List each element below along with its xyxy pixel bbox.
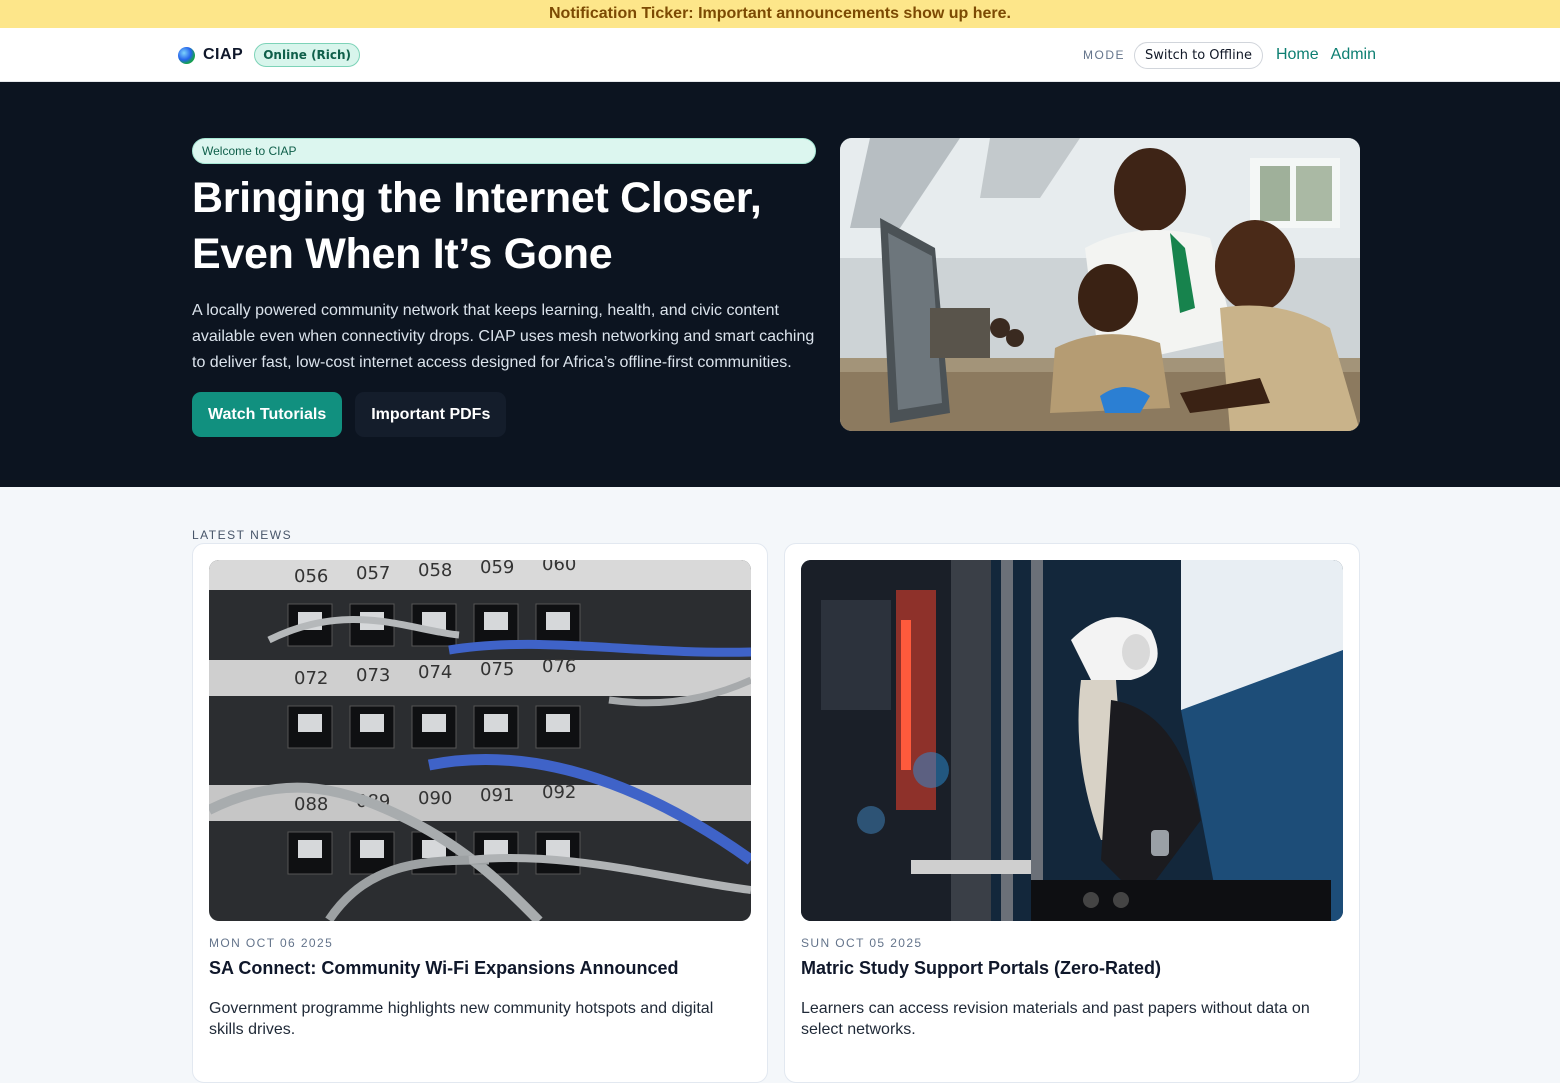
port-contact	[546, 612, 570, 630]
port-label: 074	[418, 662, 452, 683]
port-contact	[360, 714, 384, 732]
port-label: 092	[542, 782, 576, 803]
connection-status-badge: Online (Rich)	[254, 43, 361, 67]
latest-news-section: LATEST NEWS 056 057 058 059 060 072 073 074 075 0…	[0, 487, 1560, 1083]
news-image-dj-studio	[801, 560, 1343, 921]
switch-mode-button[interactable]: Switch to Offline	[1134, 41, 1263, 69]
hero-description: A locally powered community network that…	[192, 302, 815, 371]
brand[interactable]: CIAP Online (Rich)	[178, 43, 361, 67]
port-contact	[298, 840, 322, 858]
watch-tutorials-button[interactable]: Watch Tutorials	[192, 392, 343, 437]
port-label: 090	[418, 788, 452, 809]
news-date: SUN OCT 05 2025	[801, 936, 923, 950]
welcome-badge: Welcome to CIAP	[192, 138, 816, 164]
dj-studio-illustration	[801, 560, 1343, 921]
news-card[interactable]: SUN OCT 05 2025 Matric Study Support Por…	[784, 543, 1360, 1083]
nav-link-home[interactable]: Home	[1276, 46, 1319, 64]
port-contact	[422, 714, 446, 732]
hero-title-line-1: Bringing the Internet Closer,	[192, 174, 762, 222]
mode-label: MODE	[1083, 48, 1125, 62]
port-label: 075	[480, 659, 514, 680]
port-contact	[484, 714, 508, 732]
port-label: 057	[356, 563, 390, 584]
important-pdfs-button[interactable]: Important PDFs	[355, 392, 507, 437]
port-label: 060	[542, 560, 576, 575]
port-contact	[484, 612, 508, 630]
hero-title: Bringing the Internet Closer, Even When …	[192, 170, 816, 282]
news-date: MON OCT 06 2025	[209, 936, 334, 950]
port-label: 058	[418, 560, 452, 581]
news-title[interactable]: Matric Study Support Portals (Zero-Rated…	[801, 958, 1161, 979]
hero-photo-computer-lab	[840, 138, 1360, 431]
port-label: 088	[294, 794, 328, 815]
brand-name: CIAP	[203, 46, 244, 63]
hero-title-line-2: Even When It’s Gone	[192, 230, 613, 278]
port-contact	[360, 840, 384, 858]
news-card[interactable]: 056 057 058 059 060 072 073 074 075 076 088 089 090 0…	[192, 543, 768, 1083]
computer-lab-illustration	[840, 138, 1360, 431]
nav-link-admin[interactable]: Admin	[1331, 46, 1376, 64]
notification-ticker: Notification Ticker: Important announcem…	[0, 0, 1560, 28]
port-contact	[546, 714, 570, 732]
news-image-network-switch: 056 057 058 059 060 072 073 074 075 076 088 089 090 0…	[209, 560, 751, 921]
news-description: Government programme highlights new comm…	[209, 1000, 714, 1038]
hero-section: Welcome to CIAP Bringing the Internet Cl…	[0, 82, 1560, 487]
port-label: 059	[480, 560, 514, 578]
globe-icon	[178, 46, 195, 64]
network-switch-illustration: 056 057 058 059 060072 073 074 075 076088 089 090 0…	[209, 560, 751, 921]
top-navbar: CIAP Online (Rich) MODE Switch to Offlin…	[0, 28, 1560, 82]
port-label: 056	[294, 566, 328, 587]
section-label: LATEST NEWS	[192, 528, 293, 542]
news-description: Learners can access revision materials a…	[801, 1000, 1310, 1038]
port-label: 073	[356, 665, 390, 686]
port-contact	[298, 714, 322, 732]
port-label: 091	[480, 785, 514, 806]
port-label: 072	[294, 668, 328, 689]
port-label: 076	[542, 656, 576, 677]
news-title[interactable]: SA Connect: Community Wi-Fi Expansions A…	[209, 958, 679, 979]
port-contact	[546, 840, 570, 858]
